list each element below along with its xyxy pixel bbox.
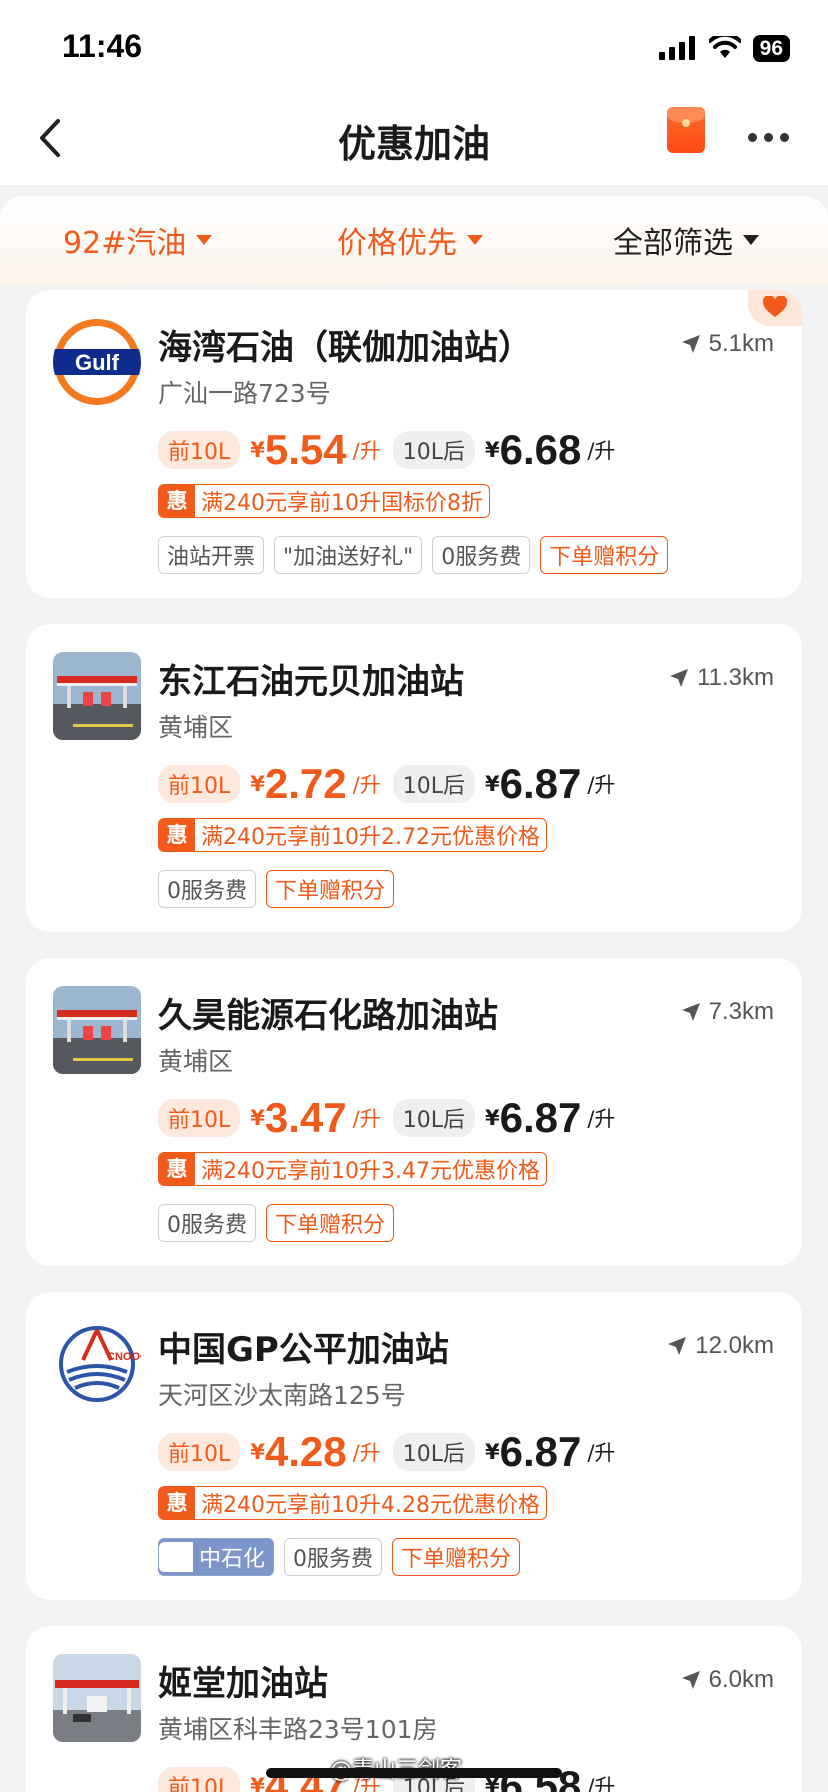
regular-price: 6.68	[499, 426, 582, 473]
nav-bar: 优惠加油	[0, 95, 828, 185]
tag-chip: 0服务费	[284, 1538, 383, 1576]
location-arrow-icon	[670, 669, 689, 687]
tag-chip: 0服务费	[158, 1204, 256, 1242]
station-photo	[53, 652, 141, 740]
home-indicator[interactable]	[266, 1768, 562, 1778]
fuel-type-label: 92#汽油	[63, 226, 187, 261]
favorite-badge[interactable]	[748, 290, 802, 326]
all-filter[interactable]: 全部筛选	[613, 218, 759, 262]
station-photo	[53, 986, 141, 1074]
first-10l-label: 前10L	[158, 1767, 241, 1792]
regular-price: 6.87	[499, 1094, 582, 1141]
station-address: 黄埔区	[158, 1047, 234, 1076]
first-10l-label: 前10L	[158, 431, 241, 469]
points-tag-chip: 下单赠积分	[266, 870, 395, 908]
signal-icon	[658, 36, 695, 60]
first-10l-label: 前10L	[158, 765, 241, 803]
promo-banner: 惠 满240元享前10升4.28元优惠价格	[158, 1486, 547, 1520]
station-card[interactable]: 久昊能源石化路加油站 7.3km 黄埔区 前10L ¥ 3.47 /升 10L后…	[26, 958, 802, 1266]
distance: 7.3km	[681, 998, 774, 1026]
points-tag-chip: 下单赠积分	[266, 1204, 395, 1242]
regular-price: 6.87	[499, 1428, 582, 1475]
promo-banner: 惠 满240元享前10升2.72元优惠价格	[158, 818, 547, 852]
discount-price: 4.28	[264, 1428, 347, 1475]
station-photo	[53, 1654, 141, 1742]
wifi-icon	[708, 36, 741, 58]
location-arrow-icon	[681, 1003, 700, 1021]
heart-icon	[762, 296, 788, 317]
tag-list: 0服务费 下单赠积分	[158, 870, 395, 908]
status-time: 11:46	[62, 28, 143, 64]
cnooc-logo: CNOOC	[53, 1320, 141, 1408]
tag-list: 中石化 0服务费 下单赠积分	[158, 1538, 521, 1576]
station-name: 姬堂加油站	[158, 1664, 328, 1704]
more-dots-icon[interactable]	[748, 133, 789, 142]
station-name: 海湾石油（联伽加油站）	[158, 328, 532, 368]
tag-list: 油站开票 "加油送好礼" 0服务费 下单赠积分	[158, 536, 669, 574]
points-tag-chip: 下单赠积分	[540, 536, 669, 574]
tag-chip: 0服务费	[432, 536, 531, 574]
station-address: 黄埔区	[158, 713, 234, 742]
caret-down-icon	[467, 235, 483, 245]
sinopec-logo-icon	[159, 1542, 193, 1572]
points-tag-chip: 下单赠积分	[392, 1538, 521, 1576]
promo-banner: 惠 满240元享前10升3.47元优惠价格	[158, 1152, 547, 1186]
tag-list: 0服务费 下单赠积分	[158, 1204, 395, 1242]
location-arrow-icon	[681, 335, 700, 353]
station-card[interactable]: Gulf 海湾石油（联伽加油站） 5.1km 广汕一路723号 前10L ¥ 5…	[26, 290, 802, 598]
after-10l-label: 10L后	[392, 1099, 475, 1137]
red-envelope-icon[interactable]	[667, 107, 705, 153]
location-arrow-icon	[668, 1337, 687, 1355]
tag-chip: "加油送好礼"	[274, 536, 423, 574]
distance: 11.3km	[669, 664, 774, 692]
station-address: 天河区沙太南路125号	[158, 1381, 406, 1410]
caret-down-icon	[196, 235, 213, 245]
price-row: 前10L ¥ 5.54 /升 10L后 ¥ 6.68 /升	[158, 426, 615, 474]
after-10l-label: 10L后	[392, 1433, 475, 1471]
discount-price: 2.72	[264, 760, 347, 807]
station-card[interactable]: CNOOC 中国GP公平加油站 12.0km 天河区沙太南路125号 前10L …	[26, 1292, 802, 1600]
first-10l-label: 前10L	[158, 1433, 241, 1471]
station-address: 黄埔区科丰路23号101房	[158, 1715, 438, 1744]
all-filter-label: 全部筛选	[613, 226, 733, 261]
sort-label: 价格优先	[337, 226, 457, 261]
tag-chip: 0服务费	[158, 870, 256, 908]
station-name: 中国GP公平加油站	[158, 1330, 449, 1370]
cnooc-logo-text: CNOOC	[107, 1351, 141, 1363]
station-card[interactable]: 东江石油元贝加油站 11.3km 黄埔区 前10L ¥ 2.72 /升 10L后…	[26, 624, 802, 932]
promo-banner: 惠 满240元享前10升国标价8折	[158, 484, 490, 518]
station-name: 久昊能源石化路加油站	[158, 996, 498, 1036]
location-arrow-icon	[681, 1671, 700, 1689]
station-address: 广汕一路723号	[158, 379, 331, 408]
distance: 6.0km	[681, 1666, 774, 1694]
price-row: 前10L ¥ 3.47 /升 10L后 ¥ 6.87 /升	[158, 1094, 615, 1142]
fuel-type-filter[interactable]: 92#汽油	[63, 218, 213, 262]
status-bar: 11:46 96	[0, 0, 828, 95]
first-10l-label: 前10L	[158, 1099, 241, 1137]
discount-price: 5.54	[264, 426, 347, 473]
price-row: 前10L ¥ 4.28 /升 10L后 ¥ 6.87 /升	[158, 1428, 615, 1476]
after-10l-label: 10L后	[392, 431, 475, 469]
caret-down-icon	[743, 235, 759, 245]
regular-price: 6.87	[499, 760, 582, 807]
sinopec-brand-tag: 中石化	[158, 1538, 275, 1576]
tag-chip: 油站开票	[158, 536, 265, 574]
distance: 5.1km	[681, 330, 774, 358]
distance: 12.0km	[667, 1332, 774, 1360]
station-name: 东江石油元贝加油站	[158, 662, 464, 702]
gulf-logo: Gulf	[53, 318, 141, 406]
filter-bar: 92#汽油 价格优先 全部筛选	[0, 196, 828, 286]
after-10l-label: 10L后	[392, 765, 475, 803]
sort-filter[interactable]: 价格优先	[337, 218, 483, 262]
battery-indicator: 96	[752, 34, 790, 62]
price-row: 前10L ¥ 2.72 /升 10L后 ¥ 6.87 /升	[158, 760, 615, 808]
gulf-logo-text: Gulf	[75, 350, 120, 375]
discount-price: 3.47	[264, 1094, 347, 1141]
